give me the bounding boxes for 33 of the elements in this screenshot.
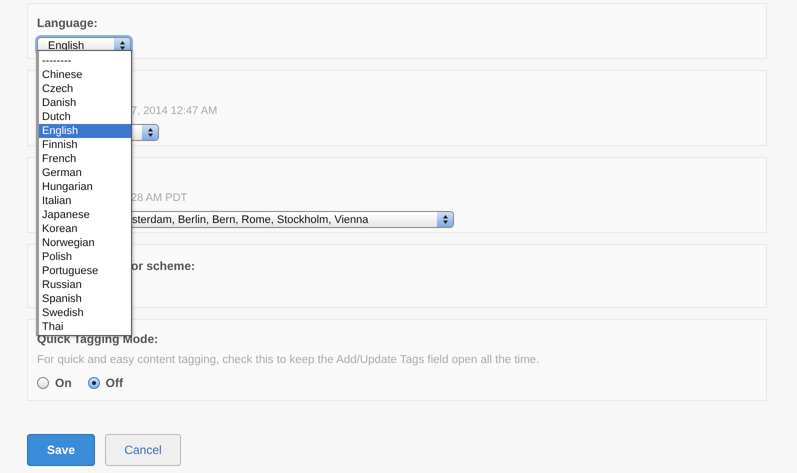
save-button[interactable]: Save (27, 434, 95, 466)
dropdown-option[interactable]: English (39, 124, 131, 138)
dropdown-option[interactable]: Swedish (39, 306, 131, 320)
radio-label: Off (106, 376, 123, 390)
dropdown-option[interactable]: Japanese (39, 208, 131, 222)
dropdown-option[interactable]: Spanish (39, 292, 131, 306)
dropdown-option[interactable]: Italian (39, 194, 131, 208)
dropdown-option[interactable]: German (39, 166, 131, 180)
field-label: Language: (37, 16, 98, 30)
radio-button[interactable] (88, 377, 100, 389)
date-example: 7, 2014 12:47 AM (131, 105, 218, 117)
dropdown-option[interactable]: Norwegian (39, 236, 131, 250)
dropdown-option[interactable]: Finnish (39, 138, 131, 152)
radio-button[interactable] (37, 377, 49, 389)
dropdown-option[interactable]: Russian (39, 278, 131, 292)
updown-arrows-icon (146, 127, 154, 138)
field-description: For quick and easy content tagging, check this to keep the Add/Update Tags field open all the time. (37, 354, 540, 366)
time-example: 28 AM PDT (131, 192, 188, 204)
updown-arrows-icon (442, 214, 448, 225)
dropdown-option[interactable]: Thai (39, 320, 131, 334)
dropdown-option[interactable]: -------- (39, 54, 131, 68)
dropdown-option[interactable]: Hungarian (39, 180, 131, 194)
dropdown-option[interactable]: Chinese (39, 68, 131, 82)
radio-label: On (55, 376, 72, 390)
updown-arrows-icon (118, 40, 126, 51)
field-label: or scheme: (131, 259, 196, 273)
dropdown-option[interactable]: Portuguese (39, 264, 131, 278)
dropdown-option[interactable]: French (39, 152, 131, 166)
dropdown-option[interactable]: Dutch (39, 110, 131, 124)
dropdown-option[interactable]: Czech (39, 82, 131, 96)
dropdown-option[interactable]: Polish (39, 250, 131, 264)
cancel-button[interactable]: Cancel (105, 434, 181, 466)
dropdown-option[interactable]: Danish (39, 96, 131, 110)
